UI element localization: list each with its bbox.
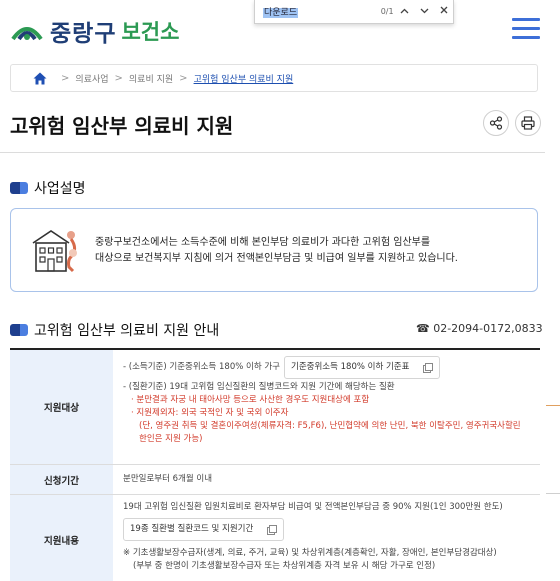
new-window-icon bbox=[267, 524, 278, 535]
section-marker-icon bbox=[10, 182, 28, 194]
contact-phone: ☎ 02-2094-0172,0833 bbox=[416, 322, 543, 335]
menu-hamburger-icon[interactable] bbox=[512, 18, 540, 40]
table-row: 신청기간 분만일로부터 6개월 이내 bbox=[10, 465, 540, 495]
table-row: 지원대상 - (소득기준) 기준중위소득 180% 이하 가구 기준중위소득 1… bbox=[10, 350, 540, 465]
support-info-table: 지원대상 - (소득기준) 기준중위소득 180% 이하 가구 기준중위소득 1… bbox=[10, 348, 540, 581]
row-header: 지원대상 bbox=[10, 350, 113, 464]
share-button[interactable] bbox=[483, 110, 509, 136]
row-header: 신청기간 bbox=[10, 465, 113, 494]
logo-main-text: 중랑구 bbox=[50, 21, 117, 47]
breadcrumb: > 의료사업 > 의료비 지원 > 고위험 임산부 의료비 지원 bbox=[10, 64, 538, 92]
new-window-icon bbox=[423, 362, 434, 373]
title-divider bbox=[0, 152, 545, 153]
hospital-building-icon bbox=[32, 230, 77, 273]
description-line: 대상으로 보건복지부 지침에 의거 전액본인부담금 및 비급여 일부를 지원하고… bbox=[95, 253, 458, 264]
disease-code-link-button[interactable]: 19종 질환별 질환코드 및 지원기간 bbox=[123, 518, 285, 541]
section-title: 고위험 임산부 의료비 지원 안내 bbox=[34, 323, 220, 339]
income-table-link-button[interactable]: 기준중위소득 180% 이하 기준표 bbox=[284, 356, 441, 379]
disease-code-link-label: 19종 질환별 질환코드 및 지원기간 bbox=[130, 524, 254, 534]
row-content: - (소득기준) 기준중위소득 180% 이하 가구 기준중위소득 180% 이… bbox=[113, 350, 540, 464]
section-header-description: 사업설명 bbox=[10, 178, 86, 198]
priority-note: ※ 기초생활보장수급자(생계, 의료, 주거, 교육) 및 차상위계층(계층확인… bbox=[123, 548, 497, 558]
find-prev-chevron-up-icon[interactable] bbox=[396, 6, 414, 17]
disease-criteria-text: - (질환기준) 19대 고위험 임신질환의 질병코드와 지원 기간에 해당하는… bbox=[123, 382, 395, 392]
scroll-marker bbox=[546, 405, 560, 406]
description-box: 중랑구보건소에서는 소득수준에 비해 본인부담 의료비가 과다한 고위험 임산부… bbox=[10, 208, 538, 292]
chevron-right-icon: > bbox=[114, 72, 123, 84]
share-icon bbox=[489, 116, 503, 130]
page-title: 고위험 임산부 의료비 지원 bbox=[10, 114, 234, 138]
section-header-guide: 고위험 임산부 의료비 지원 안내 bbox=[10, 320, 219, 340]
find-input[interactable]: 다운로드 bbox=[263, 5, 360, 19]
home-icon[interactable] bbox=[33, 72, 47, 85]
section-title: 사업설명 bbox=[34, 181, 86, 197]
breadcrumb-current[interactable]: 고위험 임산부 의료비 지원 bbox=[194, 72, 294, 85]
section-marker-icon bbox=[10, 324, 28, 336]
income-table-link-label: 기준중위소득 180% 이하 기준표 bbox=[291, 362, 410, 372]
find-query: 다운로드 bbox=[263, 7, 299, 18]
support-amount-text: 19대 고위험 임신질환 입원치료비로 환자부담 비급여 및 전액본인부담금 중… bbox=[123, 502, 503, 512]
target-income-line: - (소득기준) 기준중위소득 180% 이하 가구 기준중위소득 180% 이… bbox=[123, 356, 530, 379]
find-match-count: 0/1 bbox=[380, 7, 394, 16]
site-logo[interactable]: 중랑구 보건소 bbox=[10, 14, 179, 48]
breadcrumb-item[interactable]: 의료비 지원 bbox=[129, 72, 173, 85]
description-line: 중랑구보건소에서는 소득수준에 비해 본인부담 의료비가 과다한 고위험 임산부… bbox=[95, 237, 431, 248]
stillbirth-note: · 분만결과 자궁 내 태아사망 등으로 사산한 경우도 지원대상에 포함 bbox=[131, 395, 370, 405]
description-text: 중랑구보건소에서는 소득수준에 비해 본인부담 의료비가 과다한 고위험 임산부… bbox=[95, 235, 535, 267]
print-button[interactable] bbox=[515, 110, 541, 136]
row-header: 지원내용 bbox=[10, 495, 113, 581]
table-row: 지원내용 19대 고위험 임신질환 입원치료비로 환자부담 비급여 및 전액본인… bbox=[10, 495, 540, 581]
scroll-marker bbox=[546, 493, 560, 494]
household-note: (부부 중 한명이 기초생활보장수급자 또는 차상위계층 자격 보유 시 해당 … bbox=[133, 561, 436, 571]
chevron-right-icon: > bbox=[61, 72, 70, 84]
logo-sub-text: 보건소 bbox=[121, 20, 180, 44]
find-bar: 다운로드 0/1 bbox=[254, 0, 454, 24]
chevron-right-icon: > bbox=[179, 72, 188, 84]
row-content: 분만일로부터 6개월 이내 bbox=[123, 474, 213, 484]
exclusion-note: · 지원제외자: 외국 국적인 자 및 국외 이주자 bbox=[131, 408, 289, 418]
income-criteria-text: - (소득기준) 기준중위소득 180% 이하 가구 bbox=[123, 362, 280, 372]
find-next-chevron-down-icon[interactable] bbox=[415, 6, 433, 17]
exception-note: (단, 영주권 취득 및 결혼이주여성(체류자격: F5,F6), 난민협약에 … bbox=[139, 421, 521, 444]
row-content: 19대 고위험 임신질환 입원치료비로 환자부담 비급여 및 전액본인부담금 중… bbox=[113, 495, 540, 581]
logo-mark-icon bbox=[11, 27, 43, 41]
print-icon bbox=[521, 116, 535, 130]
find-close-icon[interactable] bbox=[435, 6, 453, 17]
disease-code-line: 19종 질환별 질환코드 및 지원기간 bbox=[123, 518, 530, 541]
breadcrumb-item[interactable]: 의료사업 bbox=[75, 72, 108, 85]
